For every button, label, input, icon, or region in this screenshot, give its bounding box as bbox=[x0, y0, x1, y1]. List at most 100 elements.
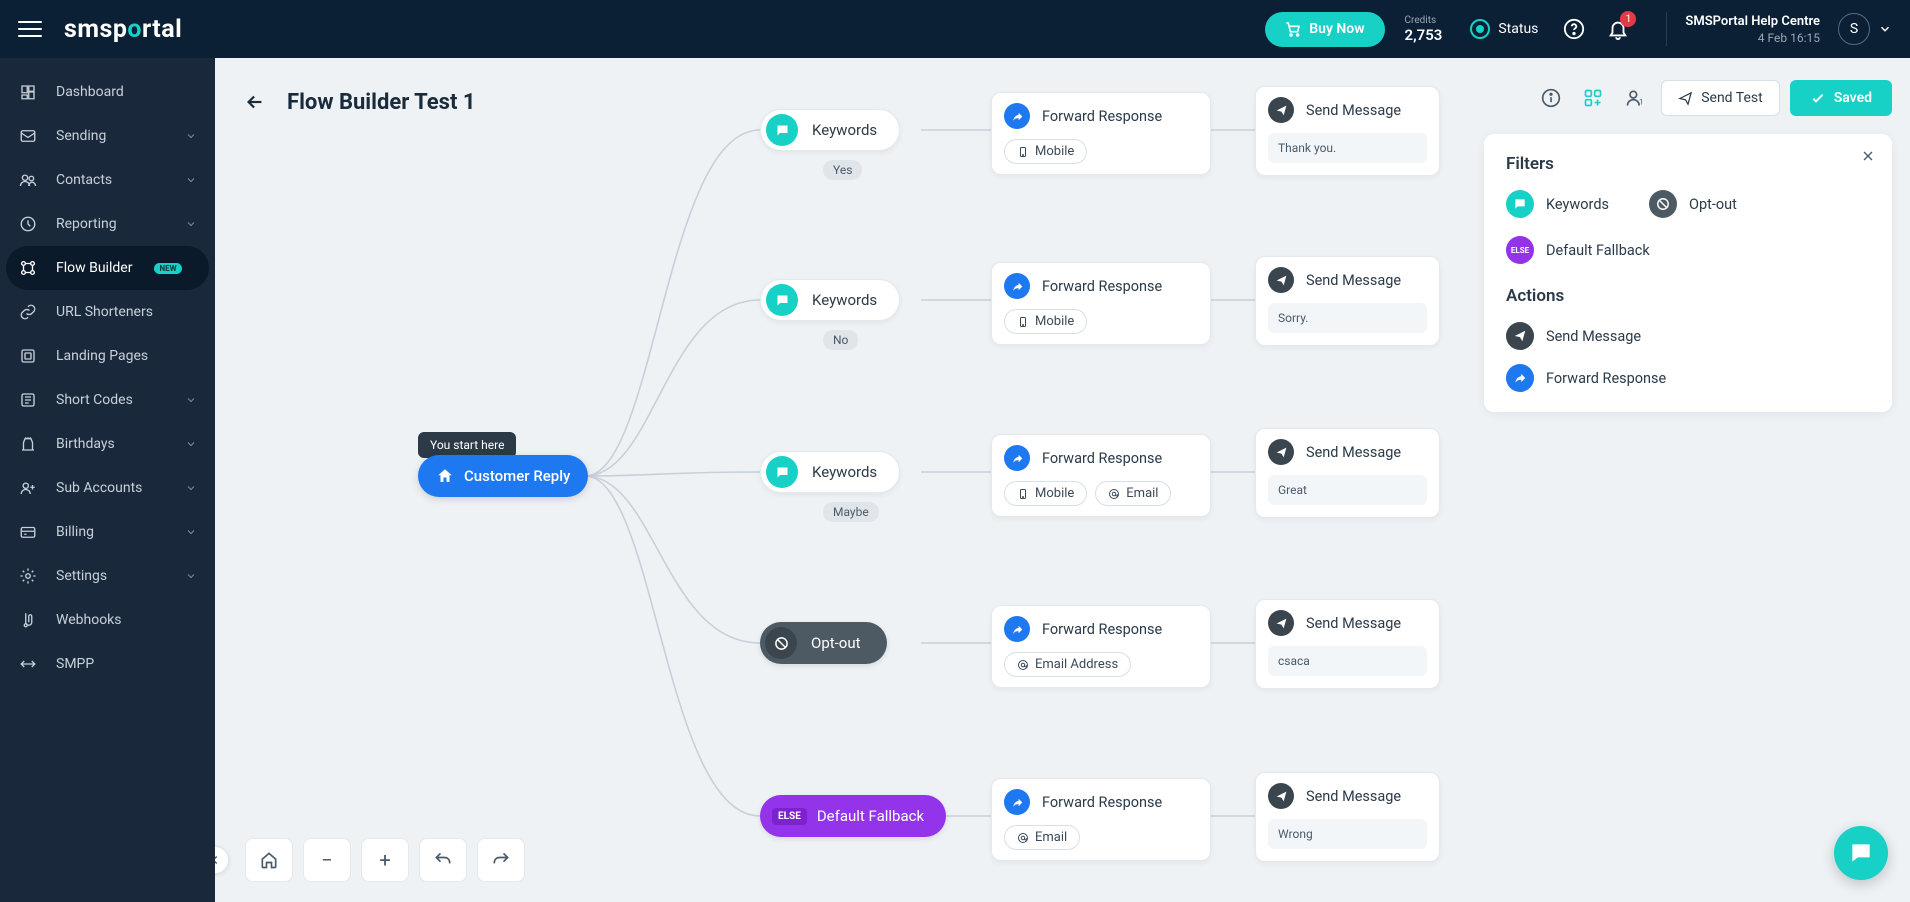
send-icon bbox=[1268, 439, 1294, 465]
nav-label: Dashboard bbox=[56, 84, 124, 100]
palette-keywords[interactable]: Keywords bbox=[1506, 190, 1609, 218]
filter-keywords-node[interactable]: Keywords bbox=[760, 279, 900, 321]
palette-forward-response[interactable]: Forward Response bbox=[1506, 364, 1666, 392]
buy-now-button[interactable]: Buy Now bbox=[1265, 12, 1384, 47]
nav-sub-accounts[interactable]: Sub Accounts bbox=[0, 466, 215, 510]
filter-fallback-node[interactable]: ELSEDefault Fallback bbox=[760, 795, 946, 837]
chat-icon bbox=[766, 284, 798, 316]
undo-button[interactable] bbox=[419, 838, 467, 882]
nav-smpp[interactable]: SMPP bbox=[0, 642, 215, 686]
nav-icon bbox=[18, 126, 38, 146]
notifications-bell[interactable]: 1 bbox=[1604, 15, 1632, 43]
add-node-icon[interactable] bbox=[1577, 82, 1609, 114]
status-indicator[interactable]: Status bbox=[1470, 19, 1538, 39]
send-test-button[interactable]: Send Test bbox=[1661, 80, 1779, 116]
user-avatar: S bbox=[1838, 13, 1870, 45]
nav-sending[interactable]: Sending bbox=[0, 114, 215, 158]
nav-birthdays[interactable]: Birthdays bbox=[0, 422, 215, 466]
nav-settings[interactable]: Settings bbox=[0, 554, 215, 598]
channel-chip: Email bbox=[1095, 481, 1171, 506]
nav-icon bbox=[18, 346, 38, 366]
forward-icon bbox=[1004, 273, 1030, 299]
send-message-card[interactable]: Send Messagecsaca bbox=[1255, 599, 1440, 689]
close-panel-button[interactable] bbox=[1860, 148, 1876, 164]
nav-icon bbox=[18, 478, 38, 498]
page-title: Flow Builder Test 1 bbox=[287, 90, 476, 115]
forward-response-card[interactable]: Forward ResponseEmail bbox=[991, 778, 1211, 861]
sidebar-collapse-button[interactable] bbox=[215, 846, 229, 874]
back-button[interactable] bbox=[241, 88, 269, 116]
nav-url-shorteners[interactable]: URL Shorteners bbox=[0, 290, 215, 334]
filter-keywords-node[interactable]: Keywords bbox=[760, 109, 900, 151]
nav-landing-pages[interactable]: Landing Pages bbox=[0, 334, 215, 378]
message-body: Thank you. bbox=[1268, 133, 1427, 163]
nav-label: Webhooks bbox=[56, 612, 122, 628]
message-body: csaca bbox=[1268, 646, 1427, 676]
nav-icon bbox=[18, 434, 38, 454]
assign-user-icon[interactable]: 1 bbox=[1619, 82, 1651, 114]
chevron-down-icon bbox=[185, 394, 197, 406]
home-icon bbox=[436, 467, 454, 485]
send-message-card[interactable]: Send MessageWrong bbox=[1255, 772, 1440, 862]
nav-dashboard[interactable]: Dashboard bbox=[0, 70, 215, 114]
chevron-down-icon bbox=[185, 526, 197, 538]
help-centre-info[interactable]: SMSPortal Help Centre 4 Feb 16:15 bbox=[1685, 14, 1820, 45]
chat-icon bbox=[766, 456, 798, 488]
nav-billing[interactable]: Billing bbox=[0, 510, 215, 554]
nav-icon bbox=[18, 522, 38, 542]
message-body: Wrong bbox=[1268, 819, 1427, 849]
send-icon bbox=[1678, 91, 1693, 106]
nav-flow-builder[interactable]: Flow BuilderNEW bbox=[6, 246, 209, 290]
filter-optout-node[interactable]: Opt-out bbox=[760, 622, 887, 664]
palette-send-message[interactable]: Send Message bbox=[1506, 322, 1641, 350]
forward-response-card[interactable]: Forward ResponseMobile bbox=[991, 92, 1211, 175]
status-dot-icon bbox=[1470, 19, 1490, 39]
message-body: Great bbox=[1268, 475, 1427, 505]
chat-icon bbox=[766, 114, 798, 146]
nav-short-codes[interactable]: Short Codes bbox=[0, 378, 215, 422]
chevron-down-icon bbox=[1878, 22, 1892, 36]
forward-response-card[interactable]: Forward ResponseMobile bbox=[991, 262, 1211, 345]
send-message-card[interactable]: Send MessageThank you. bbox=[1255, 86, 1440, 176]
cart-icon bbox=[1285, 21, 1301, 37]
chat-fab[interactable] bbox=[1834, 826, 1888, 880]
forward-response-card[interactable]: Forward ResponseMobileEmail bbox=[991, 434, 1211, 517]
saved-button[interactable]: Saved bbox=[1790, 80, 1892, 116]
nav-icon bbox=[18, 654, 38, 674]
nav-label: Billing bbox=[56, 524, 94, 540]
help-icon[interactable] bbox=[1560, 15, 1588, 43]
channel-chip: Email bbox=[1004, 825, 1080, 850]
nav-reporting[interactable]: Reporting bbox=[0, 202, 215, 246]
palette-optout[interactable]: Opt-out bbox=[1649, 190, 1737, 218]
nav-icon bbox=[18, 214, 38, 234]
zoom-in-button[interactable]: + bbox=[361, 838, 409, 882]
nav-label: Short Codes bbox=[56, 392, 133, 408]
forward-icon bbox=[1004, 445, 1030, 471]
nav-icon bbox=[18, 302, 38, 322]
zoom-out-button[interactable]: − bbox=[303, 838, 351, 882]
forward-icon bbox=[1004, 789, 1030, 815]
user-menu[interactable]: S bbox=[1838, 13, 1892, 45]
send-message-card[interactable]: Send MessageGreat bbox=[1255, 428, 1440, 518]
nav-contacts[interactable]: Contacts bbox=[0, 158, 215, 202]
keyword-tag: No bbox=[823, 330, 858, 350]
filter-keywords-node[interactable]: Keywords bbox=[760, 451, 900, 493]
nav-webhooks[interactable]: Webhooks bbox=[0, 598, 215, 642]
forward-icon bbox=[1004, 103, 1030, 129]
hamburger-menu[interactable] bbox=[18, 17, 42, 41]
nav-label: Settings bbox=[56, 568, 107, 584]
root-node-customer-reply[interactable]: Customer Reply bbox=[418, 455, 588, 497]
credits-display: Credits 2,753 bbox=[1405, 15, 1443, 44]
chevron-down-icon bbox=[185, 130, 197, 142]
canvas-controls: − + bbox=[245, 838, 525, 882]
home-view-button[interactable] bbox=[245, 838, 293, 882]
message-body: Sorry. bbox=[1268, 303, 1427, 333]
keyword-tag: Yes bbox=[823, 160, 862, 180]
info-icon[interactable] bbox=[1535, 82, 1567, 114]
palette-default-fallback[interactable]: ELSE Default Fallback bbox=[1506, 236, 1650, 264]
send-message-card[interactable]: Send MessageSorry. bbox=[1255, 256, 1440, 346]
chevron-down-icon bbox=[185, 482, 197, 494]
redo-button[interactable] bbox=[477, 838, 525, 882]
forward-response-card[interactable]: Forward ResponseEmail Address bbox=[991, 605, 1211, 688]
nav-label: Sending bbox=[56, 128, 106, 144]
